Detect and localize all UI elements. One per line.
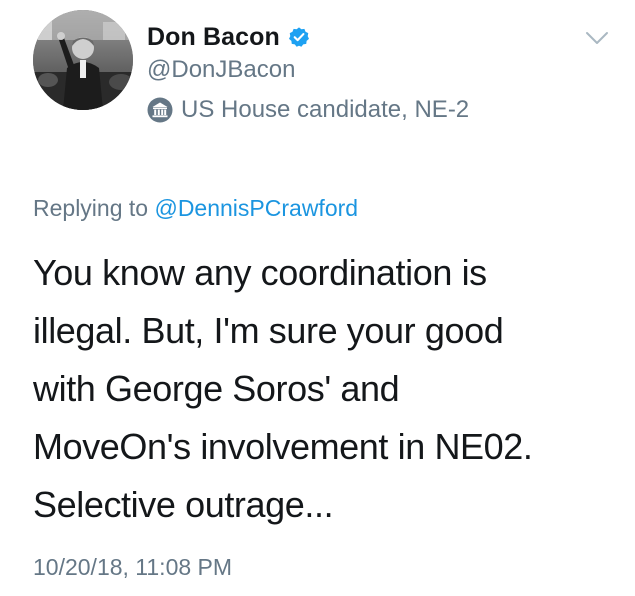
avatar[interactable] [33, 10, 133, 110]
tweet-card: Don Bacon @DonJBacon US House candidate,… [0, 0, 635, 596]
replying-to-prefix: Replying to [33, 195, 149, 221]
tweet-text-line: illegal. But, I'm sure your good [33, 310, 504, 351]
account-label: US House candidate, NE-2 [147, 95, 469, 125]
tweet-text-line: Selective outrage... [33, 484, 334, 525]
reply-mention-link[interactable]: @DennisPCrawford [154, 195, 358, 221]
name-row: Don Bacon [147, 20, 310, 54]
tweet-text-line: MoveOn's involvement in NE02. [33, 426, 533, 467]
account-label-text: US House candidate, NE-2 [181, 96, 470, 123]
government-building-icon [147, 97, 173, 123]
tweet-text-line: You know any coordination is [33, 252, 487, 293]
tweet-text-line: with George Soros' and [33, 368, 400, 409]
avatar-photo [33, 10, 133, 110]
user-handle[interactable]: @DonJBacon [147, 56, 295, 84]
verified-badge-icon [288, 26, 310, 48]
display-name[interactable]: Don Bacon [147, 23, 280, 52]
chevron-down-icon[interactable] [584, 28, 610, 48]
tweet-timestamp[interactable]: 10/20/18, 11:08 PM [33, 554, 232, 581]
tweet-text: You know any coordination is illegal. Bu… [33, 244, 613, 534]
replying-to: Replying to @DennisPCrawford [33, 195, 358, 222]
